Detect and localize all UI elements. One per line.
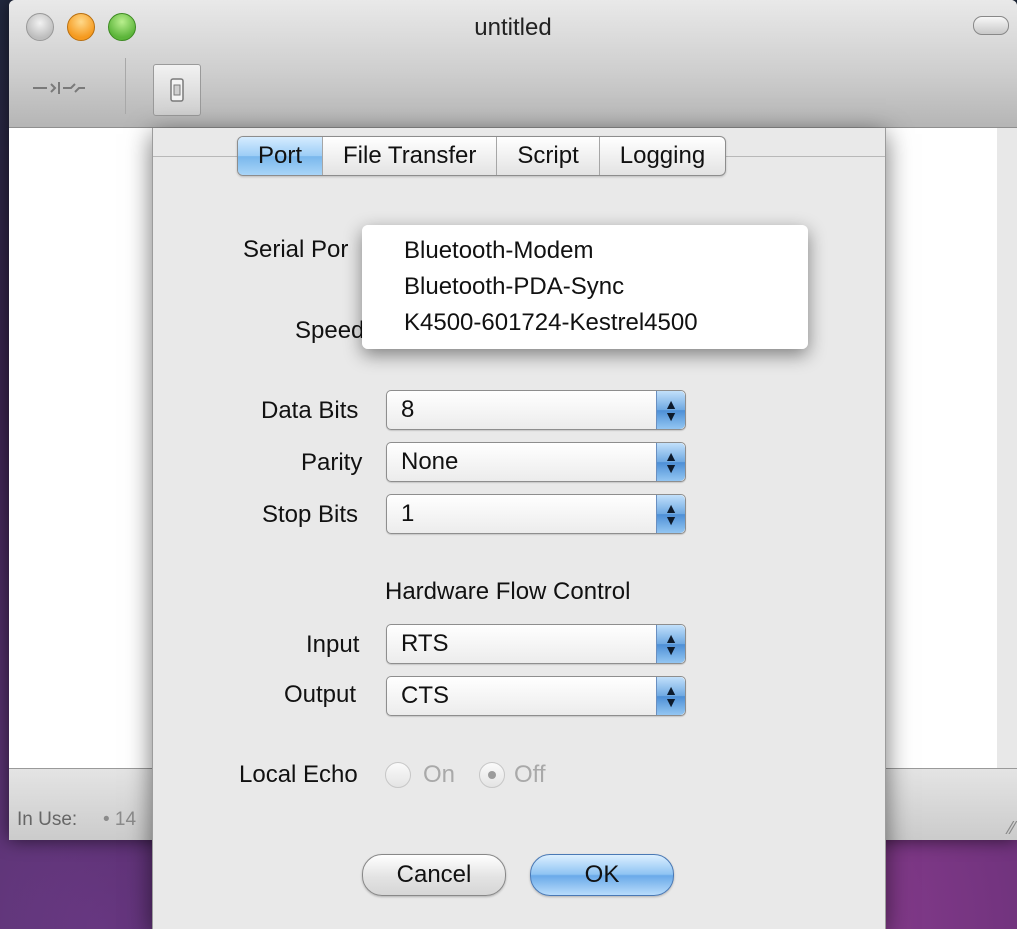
updown-arrows-icon: ▲ ▼ [656, 495, 685, 533]
data-bits-label: Data Bits [261, 397, 359, 424]
ok-button[interactable]: OK [530, 854, 674, 896]
tab-port[interactable]: Port [238, 137, 324, 175]
stop-bits-select[interactable]: 1 ▲ ▼ [386, 494, 686, 534]
local-echo-off-radio[interactable] [479, 762, 505, 788]
menu-item-k4500-kestrel[interactable]: K4500-601724-Kestrel4500 [362, 305, 808, 341]
data-bits-select[interactable]: 8 ▲ ▼ [386, 390, 686, 430]
settings-tab-bar: Port File Transfer Script Logging [237, 136, 727, 176]
plug-connection-icon [33, 82, 85, 94]
toolbar-toggle-button[interactable] [973, 16, 1009, 35]
updown-arrows-icon: ▲ ▼ [656, 443, 685, 481]
cancel-button[interactable]: Cancel [362, 854, 506, 896]
serial-port-label: Serial Por [243, 236, 349, 263]
stop-bits-value: 1 [401, 500, 415, 527]
parity-select[interactable]: None ▲ ▼ [386, 442, 686, 482]
parity-value: None [401, 448, 459, 475]
tab-logging[interactable]: Logging [600, 137, 725, 175]
input-flow-select[interactable]: RTS ▲ ▼ [386, 624, 686, 664]
output-flow-value: CTS [401, 682, 449, 709]
status-in-use-value: • 14 [103, 809, 137, 830]
input-flow-value: RTS [401, 630, 449, 657]
connect-toolbar-button[interactable] [27, 72, 91, 104]
tab-file-transfer[interactable]: File Transfer [323, 137, 498, 175]
status-in-use-label: In Use: [17, 809, 78, 830]
speed-label: Speed [295, 317, 365, 344]
updown-arrows-icon: ▲ ▼ [656, 625, 685, 663]
local-echo-label: Local Echo [239, 761, 358, 788]
toolbar-separator [125, 58, 126, 114]
local-echo-on-label: On [423, 761, 456, 788]
updown-arrows-icon: ▲ ▼ [656, 677, 685, 715]
output-flow-select[interactable]: CTS ▲ ▼ [386, 676, 686, 716]
window-title: untitled [474, 14, 552, 41]
output-label: Output [284, 681, 357, 708]
title-bar[interactable]: untitled [9, 0, 1017, 128]
updown-arrows-icon: ▲ ▼ [656, 391, 685, 429]
input-label: Input [306, 631, 360, 658]
menu-item-bluetooth-modem[interactable]: Bluetooth-Modem [362, 233, 808, 269]
local-echo-on-radio[interactable] [385, 762, 411, 788]
stop-bits-label: Stop Bits [262, 501, 359, 528]
tab-script[interactable]: Script [497, 137, 600, 175]
serial-port-dropdown-menu: Bluetooth-Modem Bluetooth-PDA-Sync K4500… [362, 225, 808, 349]
resize-grip-icon[interactable]: ⁄⁄ [1009, 818, 1015, 839]
parity-label: Parity [301, 449, 363, 476]
menu-item-bluetooth-pda-sync[interactable]: Bluetooth-PDA-Sync [362, 269, 808, 305]
hardware-flow-control-title: Hardware Flow Control [385, 578, 631, 605]
settings-toolbar-button[interactable] [153, 64, 201, 116]
data-bits-value: 8 [401, 396, 415, 423]
local-echo-off-label: Off [514, 761, 546, 788]
toggle-switch-icon [170, 78, 184, 102]
